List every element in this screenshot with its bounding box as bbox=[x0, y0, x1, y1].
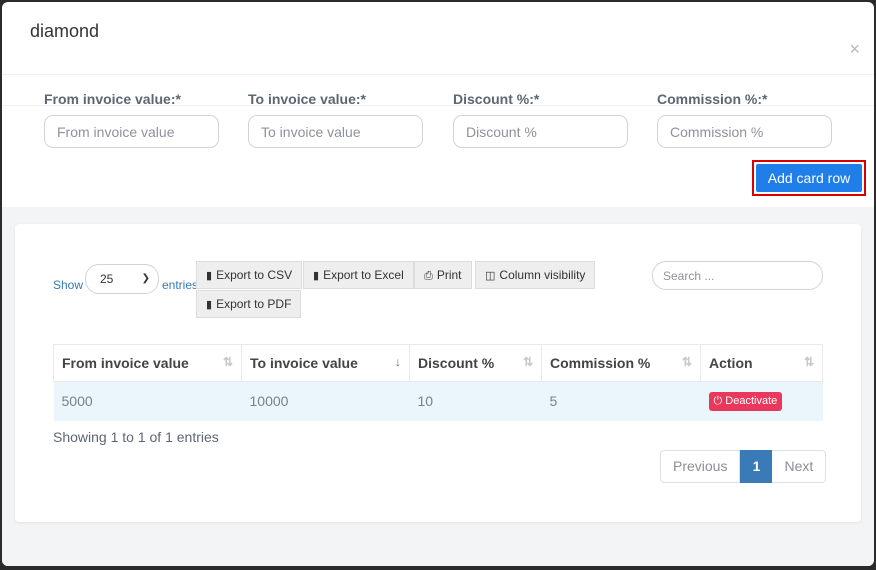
export-excel-button[interactable]: ▮ Export to Excel bbox=[303, 261, 414, 289]
commission-input[interactable] bbox=[657, 115, 832, 148]
export-excel-label: Export to Excel bbox=[323, 268, 404, 282]
cell-from: 5000 bbox=[53, 381, 242, 421]
sort-icon: ⇅ bbox=[522, 355, 533, 369]
deactivate-label: Deactivate bbox=[725, 395, 778, 408]
column-header-label: Action bbox=[709, 355, 753, 371]
column-header-to[interactable]: To invoice value ↓ bbox=[241, 344, 410, 382]
entries-label: entries bbox=[162, 278, 199, 292]
column-visibility-button[interactable]: ◫ Column visibility bbox=[475, 261, 596, 289]
column-header-commission[interactable]: Commission % ⇅ bbox=[541, 344, 701, 382]
power-icon: ⏻ bbox=[713, 395, 723, 408]
print-button[interactable]: ⎙ Print bbox=[414, 261, 472, 289]
column-header-label: Discount % bbox=[418, 355, 495, 371]
show-label: Show bbox=[53, 278, 84, 292]
discount-input[interactable] bbox=[453, 115, 628, 148]
search-input[interactable] bbox=[652, 261, 823, 290]
cell-discount: 10 bbox=[409, 381, 542, 421]
print-icon: ⎙ bbox=[424, 270, 433, 282]
add-card-row-highlight: Add card row bbox=[752, 160, 866, 196]
table-info: Showing 1 to 1 of 1 entries bbox=[53, 429, 219, 445]
previous-page-button[interactable]: Previous bbox=[660, 450, 741, 483]
chevron-down-icon: ❯ bbox=[141, 273, 150, 284]
discount-label: Discount %:* bbox=[453, 91, 540, 107]
page-length-value: 25 bbox=[100, 272, 114, 286]
to-invoice-label: To invoice value:* bbox=[248, 91, 366, 107]
data-table: From invoice value ⇅ To invoice value ↓ Di… bbox=[53, 344, 823, 421]
close-icon[interactable]: × bbox=[849, 40, 860, 58]
export-csv-button[interactable]: ▮ Export to CSV bbox=[196, 261, 303, 289]
from-invoice-label: From invoice value:* bbox=[44, 91, 181, 107]
export-pdf-button[interactable]: ▮ Export to PDF bbox=[196, 290, 302, 318]
page-1-button[interactable]: 1 bbox=[740, 450, 773, 483]
export-csv-label: Export to CSV bbox=[216, 268, 293, 282]
sort-icon: ⇅ bbox=[803, 355, 814, 369]
file-pdf-icon: ▮ bbox=[206, 299, 213, 311]
print-label: Print bbox=[436, 268, 462, 282]
column-header-from[interactable]: From invoice value ⇅ bbox=[53, 344, 242, 382]
page-length-select[interactable]: 25 ❯ bbox=[85, 264, 159, 294]
export-pdf-label: Export to PDF bbox=[216, 297, 292, 311]
commission-label: Commission %:* bbox=[657, 91, 768, 107]
pagination: Previous 1 Next bbox=[660, 450, 827, 483]
column-header-discount[interactable]: Discount % ⇅ bbox=[409, 344, 542, 382]
sort-descending-icon: ↓ bbox=[395, 355, 401, 369]
to-invoice-input[interactable] bbox=[248, 115, 423, 148]
sort-icon: ⇅ bbox=[681, 355, 692, 369]
table-card: Show 25 ❯ entries ▮ Export to CSV ▮ Export… bbox=[15, 224, 861, 522]
deactivate-button[interactable]: ⏻ Deactivate bbox=[708, 392, 783, 412]
column-header-action[interactable]: Action ⇅ bbox=[700, 344, 823, 382]
add-card-row-button[interactable]: Add card row bbox=[756, 164, 862, 192]
column-header-label: To invoice value bbox=[250, 355, 358, 371]
column-visibility-label: Column visibility bbox=[499, 268, 586, 282]
header-divider bbox=[2, 74, 874, 75]
cell-to: 10000 bbox=[241, 381, 410, 421]
columns-icon: ◫ bbox=[485, 270, 496, 282]
file-excel-icon: ▮ bbox=[313, 270, 320, 282]
cell-action: ⏻ Deactivate bbox=[700, 381, 823, 421]
column-header-label: Commission % bbox=[550, 355, 651, 371]
next-page-button[interactable]: Next bbox=[772, 450, 827, 483]
from-invoice-input[interactable] bbox=[44, 115, 219, 148]
cell-commission: 5 bbox=[541, 381, 701, 421]
table-header-row: From invoice value ⇅ To invoice value ↓ Di… bbox=[53, 344, 823, 382]
modal-dialog: diamond × From invoice value:* To invoic… bbox=[2, 2, 874, 566]
table-row: 5000 10000 10 5 ⏻ Deactivate bbox=[53, 381, 823, 421]
sort-icon: ⇅ bbox=[222, 355, 233, 369]
modal-title: diamond bbox=[30, 21, 100, 41]
column-header-label: From invoice value bbox=[62, 355, 189, 371]
file-csv-icon: ▮ bbox=[206, 270, 213, 282]
